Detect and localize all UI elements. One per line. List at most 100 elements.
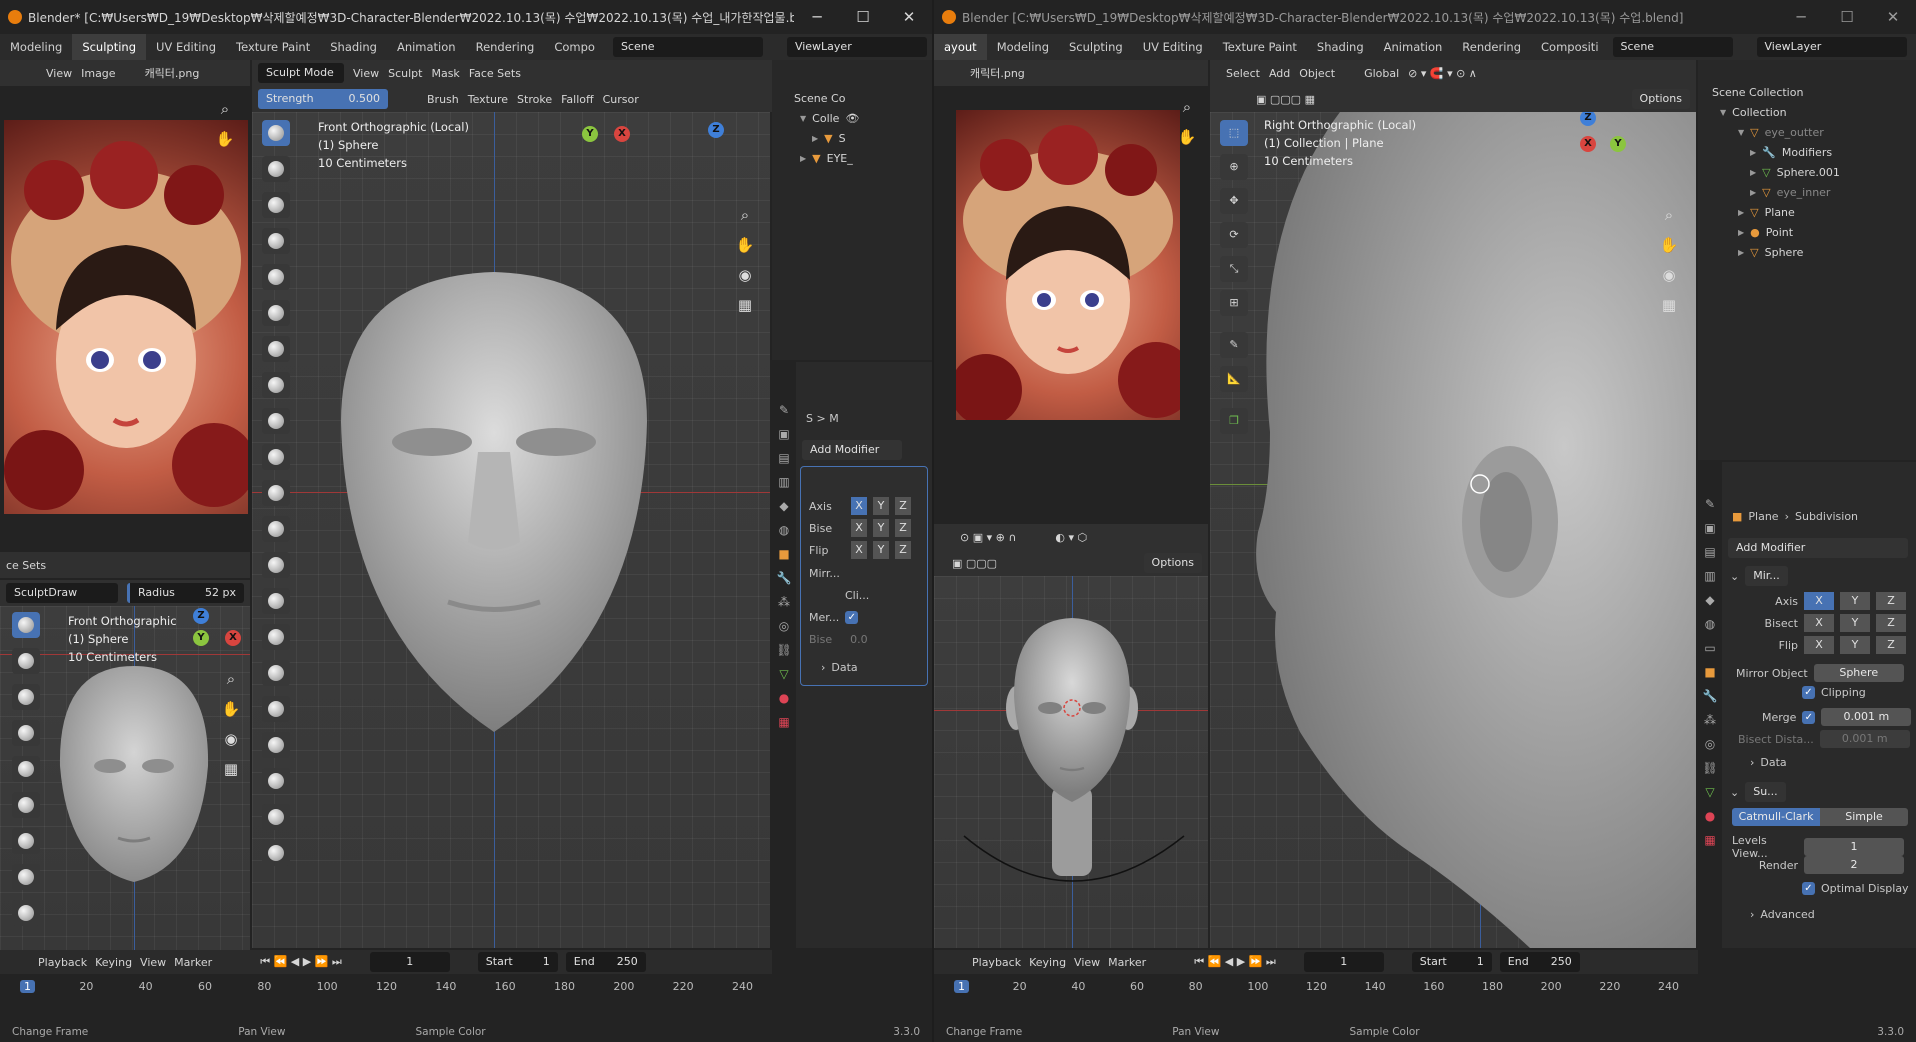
tool-pinch[interactable] (262, 588, 290, 614)
outliner-item-eye[interactable]: ▶ ▼ EYE_ (800, 150, 853, 166)
tool-rotate[interactable] (262, 840, 290, 866)
right-image-zoom-icon[interactable]: ⌕ (1174, 94, 1200, 120)
small-tool-draw[interactable] (12, 612, 40, 638)
image-editor-image-menu[interactable]: Image (81, 67, 115, 80)
right-timeline-ticks[interactable]: 1 20 40 60 80 100 120 140 160 180 200 220 240 (934, 980, 1698, 998)
r-texture-tab-icon[interactable]: ▦ (1698, 828, 1722, 852)
add-menu[interactable]: Add (1269, 67, 1290, 80)
tool-layer[interactable] (262, 264, 290, 290)
world-tab-icon[interactable]: ◍ (772, 518, 796, 542)
cursor-tool[interactable]: ⊕ (1220, 154, 1248, 180)
r-outliner-collection[interactable]: ▼ Collection (1720, 104, 1787, 120)
right-camera-icon[interactable]: ◉ (1656, 262, 1682, 288)
right-zoom-icon[interactable]: ⌕ (1656, 202, 1682, 228)
right-gizmo-y[interactable]: Y (1610, 136, 1626, 152)
view-menu[interactable]: View (353, 67, 379, 80)
rotate-tool[interactable]: ⟳ (1220, 222, 1248, 248)
tool-crease[interactable] (262, 372, 290, 398)
small-pan-icon[interactable]: ✋ (218, 696, 244, 722)
current-frame-field[interactable]: 1 (369, 952, 450, 972)
minimize-icon-2[interactable]: ─ (1778, 8, 1824, 26)
tool-snake-hook[interactable] (262, 696, 290, 722)
r-physics-tab-icon[interactable]: ◎ (1698, 732, 1722, 756)
main-pan-icon[interactable]: ✋ (732, 232, 758, 258)
r-outliner-plane[interactable]: ▶ ▽ Plane (1738, 204, 1795, 220)
scale-tool[interactable]: ⤡ (1220, 256, 1248, 282)
minimize-icon[interactable]: ─ (794, 8, 840, 26)
left-timeline-ticks[interactable]: 1 20 40 60 80 100 120 140 160 180 200 220 240 (0, 980, 772, 998)
right-image-pan-icon[interactable]: ✋ (1174, 124, 1200, 150)
keying-menu[interactable]: Keying (95, 956, 132, 969)
tool-blob[interactable] (262, 336, 290, 362)
modifier-tab-icon[interactable]: 🔧 (772, 566, 796, 590)
small-gizmo-x[interactable]: X (225, 630, 241, 646)
material-tab-icon[interactable]: ● (772, 686, 796, 710)
r-current-frame-field[interactable]: 1 (1303, 952, 1384, 972)
tool-nudge[interactable] (262, 804, 290, 830)
r-mirror-object-field[interactable]: Sphere (1813, 664, 1904, 682)
r-material-tab-icon[interactable]: ● (1698, 804, 1722, 828)
r-view-layer-tab-icon[interactable]: ▥ (1698, 564, 1722, 588)
image-pan-hand-icon[interactable]: ✋ (212, 126, 238, 152)
overlay-icons[interactable]: ⊙ ▣ ▾ ⊕ ∩ (960, 531, 1016, 544)
small-grid-icon[interactable]: ▦ (218, 756, 244, 782)
small-tool-7[interactable] (12, 828, 40, 854)
tool-draw[interactable] (262, 120, 290, 146)
main-gizmo-x[interactable]: X (614, 126, 630, 142)
radius-slider[interactable]: Radius 52 px (127, 583, 244, 603)
small-tool-4[interactable] (12, 720, 40, 746)
r-render-field[interactable]: 2 (1804, 856, 1904, 874)
marker-menu[interactable]: Marker (174, 956, 212, 969)
r-outliner-sphere001[interactable]: ▶ ▽ Sphere.001 (1750, 164, 1840, 180)
r-keying-menu[interactable]: Keying (1029, 956, 1066, 969)
stroke-menu[interactable]: Stroke (517, 93, 552, 106)
r-tool-tab-icon[interactable]: ✎ (1698, 492, 1722, 516)
r-levels-field[interactable]: 1 (1804, 838, 1904, 856)
r-optimal-row[interactable]: ✓ Optimal Display (1802, 882, 1909, 895)
r-subsurf-header[interactable]: ⌄ Su... (1730, 782, 1786, 802)
left-add-modifier[interactable]: Add Modifier (802, 440, 902, 460)
move-tool[interactable]: ✥ (1220, 188, 1248, 214)
tab-texture-paint[interactable]: Texture Paint (226, 34, 320, 60)
left-axis-y[interactable]: Y (873, 497, 889, 515)
transform-tool[interactable]: ⊞ (1220, 290, 1248, 316)
tab-modeling-2[interactable]: Modeling (987, 34, 1059, 60)
scene-tab-icon[interactable]: ◆ (772, 494, 796, 518)
r-playback-menu[interactable]: Playback (972, 956, 1021, 969)
image-file-name[interactable]: 캐릭터.png (145, 65, 200, 81)
r-add-modifier[interactable]: Add Modifier (1728, 538, 1908, 558)
tool-clay-strips[interactable] (262, 228, 290, 254)
tab-uv-editing[interactable]: UV Editing (146, 34, 226, 60)
right-image-file[interactable]: 캐릭터.png (970, 65, 1025, 81)
main-sculpt-viewport[interactable]: Front Orthographic (Local) (1) Sphere 10… (252, 112, 770, 948)
r-outliner-modifiers[interactable]: ▶ 🔧 Modifiers (1750, 144, 1832, 160)
r-clipping-row[interactable]: ✓ Clipping (1802, 686, 1866, 699)
viewlayer-selector-2[interactable]: ViewLayer (1756, 37, 1907, 57)
close-icon-2[interactable]: ✕ (1870, 8, 1916, 26)
annotate-tool[interactable]: ✎ (1220, 332, 1248, 358)
view-layer-tab-icon[interactable]: ▥ (772, 470, 796, 494)
right-options[interactable]: Options (1631, 89, 1690, 109)
end-frame-field[interactable]: End 250 (565, 952, 646, 972)
r-scene-tab-icon[interactable]: ◆ (1698, 588, 1722, 612)
small-tool-3[interactable] (12, 684, 40, 710)
right-grid-icon[interactable]: ▦ (1656, 292, 1682, 318)
r-axis-z[interactable]: Z (1876, 592, 1906, 610)
maximize-icon-2[interactable]: ☐ (1824, 8, 1870, 26)
tool-fill[interactable] (262, 480, 290, 506)
right-pan-icon[interactable]: ✋ (1656, 232, 1682, 258)
r-object-tab-icon[interactable]: ■ (1698, 660, 1722, 684)
tab-animation[interactable]: Animation (387, 34, 466, 60)
strength-slider[interactable]: Strength 0.500 (258, 89, 388, 109)
tab-sculpting[interactable]: Sculpting (72, 34, 147, 60)
shading-icons[interactable]: ◐ ▾ ⬡ (1055, 531, 1087, 544)
cursor-menu[interactable]: Cursor (603, 93, 639, 106)
tool-flatten[interactable] (262, 444, 290, 470)
tool-tab-icon[interactable]: ✎ (772, 398, 796, 422)
left-axis-x[interactable]: X (851, 497, 867, 515)
image-zoom-icon[interactable]: ⌕ (212, 96, 238, 122)
falloff-menu[interactable]: Falloff (561, 93, 593, 106)
small-zoom-icon[interactable]: ⌕ (218, 666, 244, 692)
right-gizmo-x[interactable]: X (1580, 136, 1596, 152)
r-play-controls-icon[interactable]: ⏮ ⏪ ◀ ▶ ⏩ ⏭ (1194, 955, 1276, 969)
